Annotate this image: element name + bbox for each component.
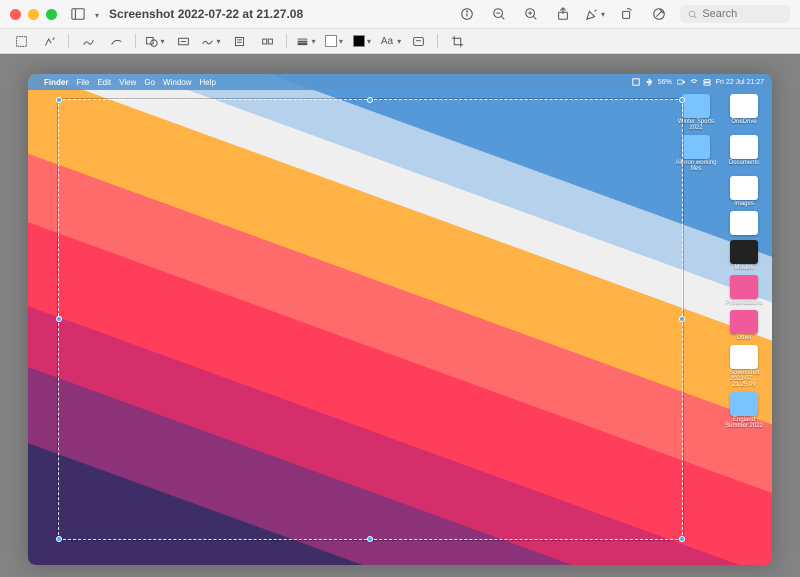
battery-icon bbox=[677, 78, 685, 86]
desktop-item: Presentations bbox=[722, 275, 766, 306]
desktop-item: Documents bbox=[722, 135, 766, 172]
sketch-tool[interactable] bbox=[77, 32, 99, 50]
file-icon bbox=[730, 176, 758, 200]
desktop-item: OneDrive bbox=[722, 94, 766, 131]
file-icon bbox=[730, 211, 758, 235]
sidebar-toggle[interactable] bbox=[67, 4, 99, 24]
instant-alpha-tool[interactable] bbox=[38, 32, 60, 50]
inner-menu-go: Go bbox=[144, 78, 155, 87]
note-tool[interactable] bbox=[228, 32, 250, 50]
stroke-color-tool[interactable] bbox=[323, 32, 345, 50]
search-input[interactable] bbox=[702, 8, 782, 20]
selection-tool[interactable] bbox=[10, 32, 32, 50]
onedrive-icon bbox=[730, 94, 758, 118]
file-icon bbox=[730, 135, 758, 159]
desktop-item bbox=[722, 211, 766, 236]
selection-handle[interactable] bbox=[56, 97, 62, 103]
selection-handle[interactable] bbox=[56, 536, 62, 542]
sign-tool[interactable] bbox=[200, 32, 222, 50]
inner-menu-window: Window bbox=[163, 78, 191, 87]
zoom-icon[interactable] bbox=[46, 9, 57, 20]
control-center-icon bbox=[703, 78, 711, 86]
fill-color-tool[interactable] bbox=[351, 32, 373, 50]
folder-icon bbox=[730, 392, 758, 416]
desktop-item: Movies bbox=[722, 240, 766, 271]
inner-app-name: Finder bbox=[44, 78, 68, 87]
folder-icon bbox=[682, 94, 710, 118]
search-icon bbox=[688, 9, 697, 20]
markup-toolbar: Aa bbox=[0, 28, 800, 54]
search-field[interactable] bbox=[680, 5, 790, 23]
font-label: Aa bbox=[379, 36, 395, 47]
file-icon bbox=[730, 310, 758, 334]
traffic-lights bbox=[10, 9, 57, 20]
file-icon bbox=[730, 275, 758, 299]
description-tool[interactable] bbox=[407, 32, 429, 50]
screenshot-image[interactable]: Finder File Edit View Go Window Help 56%… bbox=[28, 74, 772, 565]
loupe-tool[interactable] bbox=[256, 32, 278, 50]
inner-menu-help: Help bbox=[199, 78, 215, 87]
text-tool[interactable] bbox=[172, 32, 194, 50]
inner-menubar-right: 56% Fri 22 Jul 21:27 bbox=[632, 78, 764, 86]
markup-button[interactable] bbox=[648, 4, 670, 24]
inner-menu-view: View bbox=[119, 78, 136, 87]
inner-datetime: Fri 22 Jul 21:27 bbox=[716, 79, 764, 86]
close-icon[interactable] bbox=[10, 9, 21, 20]
font-style-tool[interactable]: Aa bbox=[379, 32, 401, 50]
annotate-dropdown[interactable] bbox=[584, 4, 606, 24]
canvas-area: Finder File Edit View Go Window Help 56%… bbox=[0, 54, 800, 577]
info-button[interactable] bbox=[456, 4, 478, 24]
shapes-tool[interactable] bbox=[144, 32, 166, 50]
bluetooth-icon bbox=[645, 78, 653, 86]
wifi-icon bbox=[690, 78, 698, 86]
desktop-item: Screenshot 2022-07…21.25.09 bbox=[722, 345, 766, 388]
selection-handle[interactable] bbox=[367, 97, 373, 103]
inner-menu-edit: Edit bbox=[97, 78, 111, 87]
chevron-down-icon bbox=[93, 5, 99, 23]
minimize-icon[interactable] bbox=[28, 9, 39, 20]
selection-marquee[interactable] bbox=[58, 99, 683, 541]
menu-extra-icon bbox=[632, 78, 640, 86]
crop-tool[interactable] bbox=[446, 32, 468, 50]
rotate-button[interactable] bbox=[616, 4, 638, 24]
file-icon bbox=[730, 240, 758, 264]
draw-tool[interactable] bbox=[105, 32, 127, 50]
folder-icon bbox=[682, 135, 710, 159]
window-titlebar: Screenshot 2022-07-22 at 21.27.08 bbox=[0, 0, 800, 28]
white-swatch-icon bbox=[325, 35, 337, 47]
line-style-tool[interactable] bbox=[295, 32, 317, 50]
document-title: Screenshot 2022-07-22 at 21.27.08 bbox=[109, 7, 303, 21]
desktop-item: England Summer 2022 bbox=[722, 392, 766, 429]
battery-text: 56% bbox=[658, 79, 672, 86]
black-swatch-icon bbox=[353, 35, 365, 47]
inner-menubar: Finder File Edit View Go Window Help 56%… bbox=[28, 74, 772, 90]
selection-handle[interactable] bbox=[56, 316, 62, 322]
inner-menu-file: File bbox=[76, 78, 89, 87]
share-button[interactable] bbox=[552, 4, 574, 24]
desktop-item: Images bbox=[722, 176, 766, 207]
file-icon bbox=[730, 345, 758, 369]
zoom-out-button[interactable] bbox=[488, 4, 510, 24]
selection-handle[interactable] bbox=[367, 536, 373, 542]
zoom-in-button[interactable] bbox=[520, 4, 542, 24]
desktop-item: Other bbox=[722, 310, 766, 341]
sidebar-icon bbox=[67, 4, 89, 24]
selection-handle[interactable] bbox=[679, 97, 685, 103]
